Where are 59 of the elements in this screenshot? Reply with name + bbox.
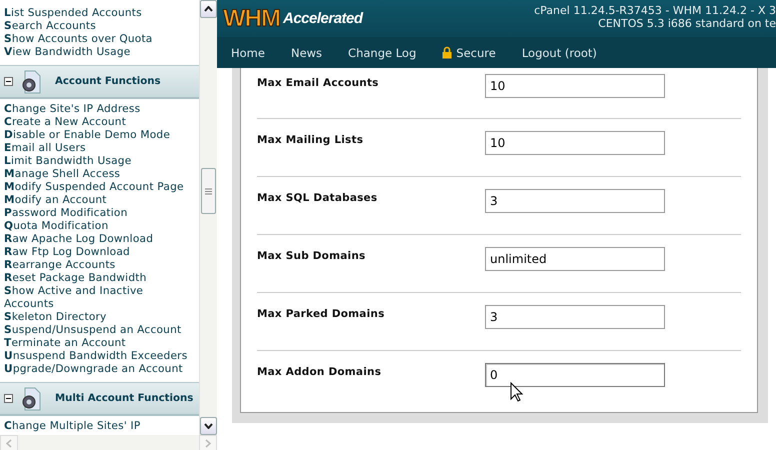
sidebar-link[interactable]: Disable or Enable Demo Mode: [0, 129, 194, 142]
collapse-icon[interactable]: [4, 394, 13, 403]
section-header[interactable]: Account Functions: [0, 65, 199, 99]
sidebar-link[interactable]: View Bandwidth Usage: [0, 46, 194, 59]
sidebar-link[interactable]: Manage Shell Access: [0, 168, 194, 181]
sidebar-link[interactable]: Limit Bandwidth Usage: [0, 155, 194, 168]
scroll-down-icon[interactable]: [200, 417, 217, 435]
horizontal-scrollbar[interactable]: [0, 435, 217, 450]
input-field[interactable]: 0: [485, 363, 665, 387]
sidebar-link[interactable]: Suspend/Unsuspend an Account: [0, 324, 194, 337]
section-header[interactable]: Multi Account Functions: [0, 382, 199, 416]
field-label: Max SQL Databases: [257, 191, 378, 206]
input-field[interactable]: 10: [485, 131, 665, 155]
nav-link[interactable]: Logout (root): [522, 46, 597, 60]
sidebar-link[interactable]: Modify Suspended Account Page: [0, 181, 194, 194]
sidebar-link[interactable]: Email all Users: [0, 142, 194, 155]
scroll-left-icon[interactable]: [0, 435, 18, 450]
sidebar-link[interactable]: Raw Apache Log Download: [0, 233, 194, 246]
input-field[interactable]: 3: [485, 189, 665, 213]
input-field[interactable]: 10: [485, 74, 665, 98]
sidebar-link[interactable]: Show Accounts over Quota: [0, 33, 194, 46]
input-field[interactable]: unlimited: [485, 247, 665, 271]
lock-icon: [442, 46, 452, 59]
version-text: cPanel 11.24.5-R37453 - WHM 11.24.2 - X 3: [534, 4, 776, 17]
server-info-text: CENTOS 5.3 i686 standard on te: [598, 17, 776, 30]
collapse-icon[interactable]: [4, 77, 13, 86]
field-label: Max Sub Domains: [257, 249, 366, 264]
sidebar-link[interactable]: Modify an Account: [0, 194, 194, 207]
field-label: Max Mailing Lists: [257, 133, 364, 148]
scroll-up-icon[interactable]: [200, 0, 217, 18]
field-label: Max Email Accounts: [257, 76, 380, 91]
logo-subtitle: Accelerated: [282, 10, 363, 27]
scrollbar-thumb[interactable]: [201, 168, 216, 214]
vertical-scrollbar[interactable]: [199, 0, 217, 435]
sidebar-link[interactable]: Reset Package Bandwidth: [0, 272, 194, 285]
sidebar-link[interactable]: Search Accounts: [0, 20, 194, 33]
section-title: Account Functions: [55, 76, 161, 87]
input-field[interactable]: 3: [485, 305, 665, 329]
sidebar-link[interactable]: Rearrange Accounts: [0, 259, 194, 272]
sidebar-link[interactable]: List Suspended Accounts: [0, 7, 194, 20]
logo-text: WHM: [223, 4, 280, 32]
sidebar-link[interactable]: Raw Ftp Log Download: [0, 246, 194, 259]
sidebar-link[interactable]: Terminate an Account: [0, 337, 194, 350]
sidebar-link[interactable]: Password Modification: [0, 207, 194, 220]
nav-link[interactable]: Change Log: [348, 46, 416, 60]
sidebar-link[interactable]: Change Site's IP Address: [0, 103, 194, 116]
sidebar-link[interactable]: Change Multiple Sites' IP: [0, 420, 194, 433]
field-label: Max Addon Domains: [257, 365, 382, 380]
sidebar-link[interactable]: Create a New Account: [0, 116, 194, 129]
nav-link[interactable]: News: [290, 46, 322, 60]
nav-link[interactable]: Secure: [442, 46, 496, 60]
section-title: Multi Account Functions: [55, 393, 194, 404]
nav-link[interactable]: Home: [231, 46, 265, 60]
sidebar-link[interactable]: Unsuspend Bandwidth Exceeders: [0, 350, 194, 363]
cursor-icon: [510, 382, 523, 402]
sidebar-link[interactable]: Upgrade/Downgrade an Account: [0, 363, 194, 376]
field-label: Max Parked Domains: [257, 307, 386, 322]
sidebar-link[interactable]: Quota Modification: [0, 220, 194, 233]
sidebar-link[interactable]: Skeleton Directory: [0, 311, 194, 324]
